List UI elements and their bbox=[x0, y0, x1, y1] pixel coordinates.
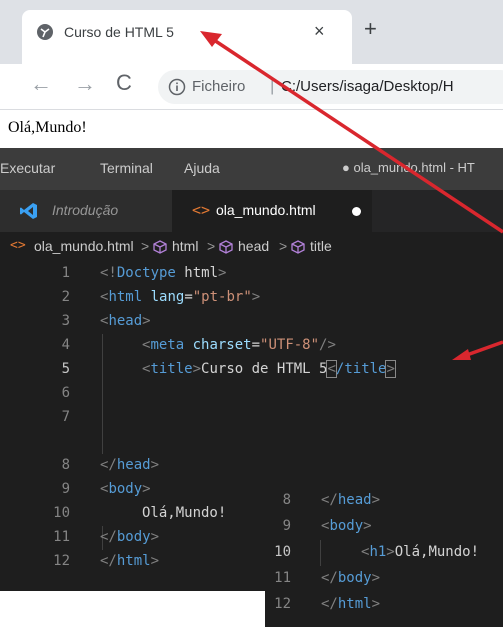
breadcrumb-item-file[interactable]: ola_mundo.html bbox=[34, 238, 134, 254]
code-text: <!Doctype html> bbox=[100, 265, 227, 281]
code-text: <head> bbox=[100, 313, 151, 329]
tab-close-icon[interactable]: × bbox=[314, 21, 325, 42]
breadcrumb: <> ola_mundo.html > html > head > title bbox=[0, 232, 503, 262]
code-text: <body> bbox=[321, 518, 372, 534]
line-number: 3 bbox=[61, 313, 70, 329]
info-icon[interactable] bbox=[168, 78, 186, 96]
matched-bracket: > bbox=[385, 360, 396, 378]
line-number: 10 bbox=[53, 505, 70, 521]
menu-terminal[interactable]: Terminal bbox=[100, 160, 153, 176]
code-line-active: 5 <title>Curso de HTML 5</title> bbox=[0, 358, 503, 382]
line-number: 11 bbox=[274, 570, 291, 586]
page-heading-text: Olá,Mundo! bbox=[8, 119, 87, 136]
line-number: 1 bbox=[61, 265, 70, 281]
globe-icon bbox=[37, 24, 53, 40]
breadcrumb-separator: > bbox=[207, 238, 216, 254]
breadcrumb-separator: > bbox=[279, 238, 288, 254]
matched-bracket: < bbox=[326, 360, 337, 378]
code-text: <meta charset="UTF-8"/> bbox=[142, 337, 336, 353]
code-snippet-overlay: 8 </head> 9 <body> 10 <h1>Olá,Mundo! 11 … bbox=[265, 484, 503, 627]
element-cube-icon bbox=[219, 240, 233, 254]
omnibox-separator: | bbox=[270, 76, 275, 95]
breadcrumb-item-title[interactable]: title bbox=[310, 238, 332, 254]
breadcrumb-item-html[interactable]: html bbox=[172, 238, 198, 254]
code-text: <h1>Olá,Mundo! bbox=[361, 544, 480, 560]
forward-icon[interactable]: → bbox=[74, 71, 96, 97]
line-number: 4 bbox=[61, 337, 70, 353]
line-number: 6 bbox=[61, 385, 70, 401]
code-text: <title>Curso de HTML 5</title> bbox=[142, 360, 396, 378]
code-line: 12 </html> bbox=[265, 592, 503, 618]
browser-tab[interactable]: Curso de HTML 5 × bbox=[22, 10, 352, 66]
code-line: 8 </head> bbox=[0, 454, 503, 478]
element-cube-icon bbox=[153, 240, 167, 254]
editor-tabs: Introdução <> ola_mundo.html bbox=[0, 190, 503, 232]
line-number: 8 bbox=[61, 457, 70, 473]
code-line: 9 <body> bbox=[265, 514, 503, 540]
line-number: 12 bbox=[53, 553, 70, 569]
code-line: 4 <meta charset="UTF-8"/> bbox=[0, 334, 503, 358]
code-line: 11 </body> bbox=[265, 566, 503, 592]
line-number: 5 bbox=[61, 361, 70, 377]
line-number: 9 bbox=[61, 481, 70, 497]
page-viewport: Olá,Mundo! bbox=[0, 111, 503, 148]
back-icon[interactable]: ← bbox=[30, 71, 52, 97]
address-bar[interactable]: Ficheiro | C:/Users/isaga/Desktop/H bbox=[158, 70, 503, 104]
code-line: 6 bbox=[0, 382, 503, 406]
menubar: Executar Terminal Ajuda ● ola_mundo.html… bbox=[0, 148, 503, 190]
line-number: 12 bbox=[274, 596, 291, 612]
menu-executar[interactable]: Executar bbox=[0, 160, 55, 176]
browser-toolbar: ← → C Ficheiro | C:/Users/isaga/Desktop/… bbox=[0, 64, 503, 110]
tab-introducao[interactable]: Introdução bbox=[0, 190, 172, 232]
code-text: Olá,Mundo! bbox=[142, 505, 227, 521]
code-line: 7 bbox=[0, 406, 503, 430]
code-text: </body> bbox=[100, 529, 160, 545]
element-cube-icon bbox=[291, 240, 305, 254]
unsaved-dot-icon[interactable] bbox=[352, 207, 361, 216]
html-file-icon: <> bbox=[10, 238, 26, 253]
breadcrumb-item-head[interactable]: head bbox=[238, 238, 269, 254]
code-text: </head> bbox=[321, 492, 381, 508]
tab-ola-mundo[interactable]: <> ola_mundo.html bbox=[172, 190, 372, 232]
line-number: 7 bbox=[61, 409, 70, 425]
code-text: </html> bbox=[100, 553, 160, 569]
line-number: 11 bbox=[53, 529, 70, 545]
reload-icon[interactable]: C bbox=[116, 70, 132, 96]
browser-titlebar: Curso de HTML 5 × + bbox=[0, 0, 503, 66]
html-file-icon: <> bbox=[192, 201, 211, 219]
code-line: 2 <html lang="pt-br"> bbox=[0, 286, 503, 310]
code-line: 1 <!Doctype html> bbox=[0, 262, 503, 286]
code-line: 8 </head> bbox=[265, 488, 503, 514]
line-number: 9 bbox=[282, 518, 291, 534]
url-text[interactable]: C:/Users/isaga/Desktop/H bbox=[281, 78, 454, 95]
window-title: ● ola_mundo.html - HT bbox=[342, 160, 475, 175]
code-text: </body> bbox=[321, 570, 381, 586]
line-number: 10 bbox=[274, 544, 291, 560]
line-number: 2 bbox=[61, 289, 70, 305]
tab-label: ola_mundo.html bbox=[216, 202, 316, 218]
code-text: <body> bbox=[100, 481, 151, 497]
line-number: 8 bbox=[282, 492, 291, 508]
code-text: </html> bbox=[321, 596, 381, 612]
tab-title: Curso de HTML 5 bbox=[64, 24, 174, 40]
code-text: <html lang="pt-br"> bbox=[100, 289, 261, 305]
new-tab-icon[interactable]: + bbox=[364, 18, 377, 40]
tab-label: Introdução bbox=[52, 202, 119, 218]
omnibox-scheme-label: Ficheiro bbox=[192, 78, 246, 95]
code-line-active: 10 <h1>Olá,Mundo! bbox=[265, 540, 503, 566]
code-line: 3 <head> bbox=[0, 310, 503, 334]
vscode-logo-icon bbox=[20, 203, 37, 219]
menu-ajuda[interactable]: Ajuda bbox=[184, 160, 220, 176]
code-text: </head> bbox=[100, 457, 160, 473]
breadcrumb-separator: > bbox=[141, 238, 150, 254]
